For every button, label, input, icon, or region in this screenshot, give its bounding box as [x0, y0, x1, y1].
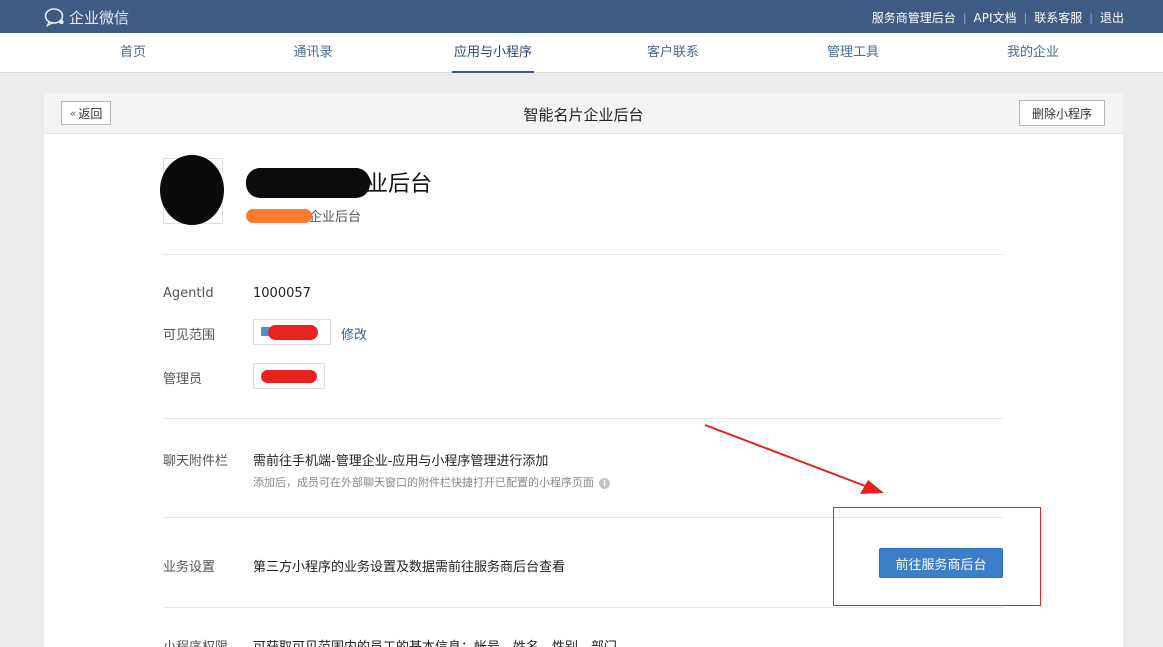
- chat-bar-hint: 添加后，成员可在外部聊天窗口的附件栏快捷打开已配置的小程序页面 i: [253, 474, 610, 490]
- nav-contacts[interactable]: 通讯录: [293, 33, 332, 73]
- app-name: 业后台: [246, 166, 432, 198]
- divider: [163, 607, 1003, 608]
- agentid-value: 1000057: [253, 286, 311, 301]
- permission-label: 小程序权限: [163, 636, 228, 647]
- top-links: 服务商管理后台 | API文档 | 联系客服 | 退出: [872, 9, 1124, 26]
- nav-management-tools[interactable]: 管理工具: [827, 33, 879, 73]
- nav-home[interactable]: 首页: [120, 33, 146, 73]
- wecom-logo-icon: [44, 8, 64, 27]
- redaction-mark: [268, 325, 318, 340]
- chat-bar-hint-text: 添加后，成员可在外部聊天窗口的附件栏快捷打开已配置的小程序页面: [253, 476, 594, 489]
- redaction-mark: [160, 155, 224, 225]
- app-subtitle: 企业后台: [246, 206, 361, 225]
- admin-chip: [253, 363, 325, 389]
- app-name-text: 业后台: [366, 172, 433, 197]
- logo[interactable]: 企业微信: [44, 7, 129, 27]
- provider-admin-link[interactable]: 服务商管理后台: [872, 9, 956, 26]
- app-subtitle-text: 企业后台: [309, 210, 362, 225]
- nav-my-enterprise[interactable]: 我的企业: [1007, 33, 1059, 73]
- delete-miniprogram-button[interactable]: 删除小程序: [1019, 100, 1105, 126]
- admin-label: 管理员: [163, 372, 203, 387]
- redaction-mark: [261, 370, 317, 383]
- divider: |: [962, 11, 967, 24]
- api-docs-link[interactable]: API文档: [974, 9, 1017, 26]
- divider: [163, 418, 1003, 419]
- redaction-mark: [246, 168, 370, 198]
- visible-scope-label: 可见范围: [163, 328, 216, 343]
- agentid-label: AgentId: [163, 286, 214, 301]
- app-logo: [160, 155, 224, 225]
- divider: [163, 254, 1003, 255]
- nav-apps[interactable]: 应用与小程序: [451, 33, 535, 73]
- redaction-mark: [246, 209, 312, 223]
- chat-bar-label: 聊天附件栏: [163, 454, 229, 469]
- logout-link[interactable]: 退出: [1100, 9, 1124, 26]
- main-nav: 首页 通讯录 应用与小程序 客户联系 管理工具 我的企业: [0, 33, 1163, 73]
- divider: |: [1089, 11, 1093, 24]
- divider: |: [1023, 11, 1028, 24]
- info-icon[interactable]: i: [599, 478, 610, 489]
- nav-customer-contact[interactable]: 客户联系: [647, 33, 699, 73]
- business-settings-text: 第三方小程序的业务设置及数据需前往服务商后台查看: [253, 560, 566, 575]
- business-settings-label: 业务设置: [163, 560, 216, 575]
- panel-header: « 返回 智能名片企业后台 删除小程序: [44, 94, 1123, 134]
- visible-scope-chip: [253, 319, 331, 345]
- edit-visible-scope-link[interactable]: 修改: [341, 324, 367, 343]
- contact-support-link[interactable]: 联系客服: [1034, 9, 1082, 26]
- page-title: 智能名片企业后台: [523, 106, 644, 124]
- permission-text: 可获取可见范围内的员工的基本信息：帐号、姓名、性别、部门: [253, 636, 617, 647]
- chat-bar-text: 需前往手机端-管理企业-应用与小程序管理进行添加: [253, 454, 549, 469]
- top-bar: 企业微信 服务商管理后台 | API文档 | 联系客服 | 退出: [0, 0, 1163, 33]
- logo-text: 企业微信: [69, 8, 130, 27]
- annotation-highlight-box: [833, 507, 1041, 606]
